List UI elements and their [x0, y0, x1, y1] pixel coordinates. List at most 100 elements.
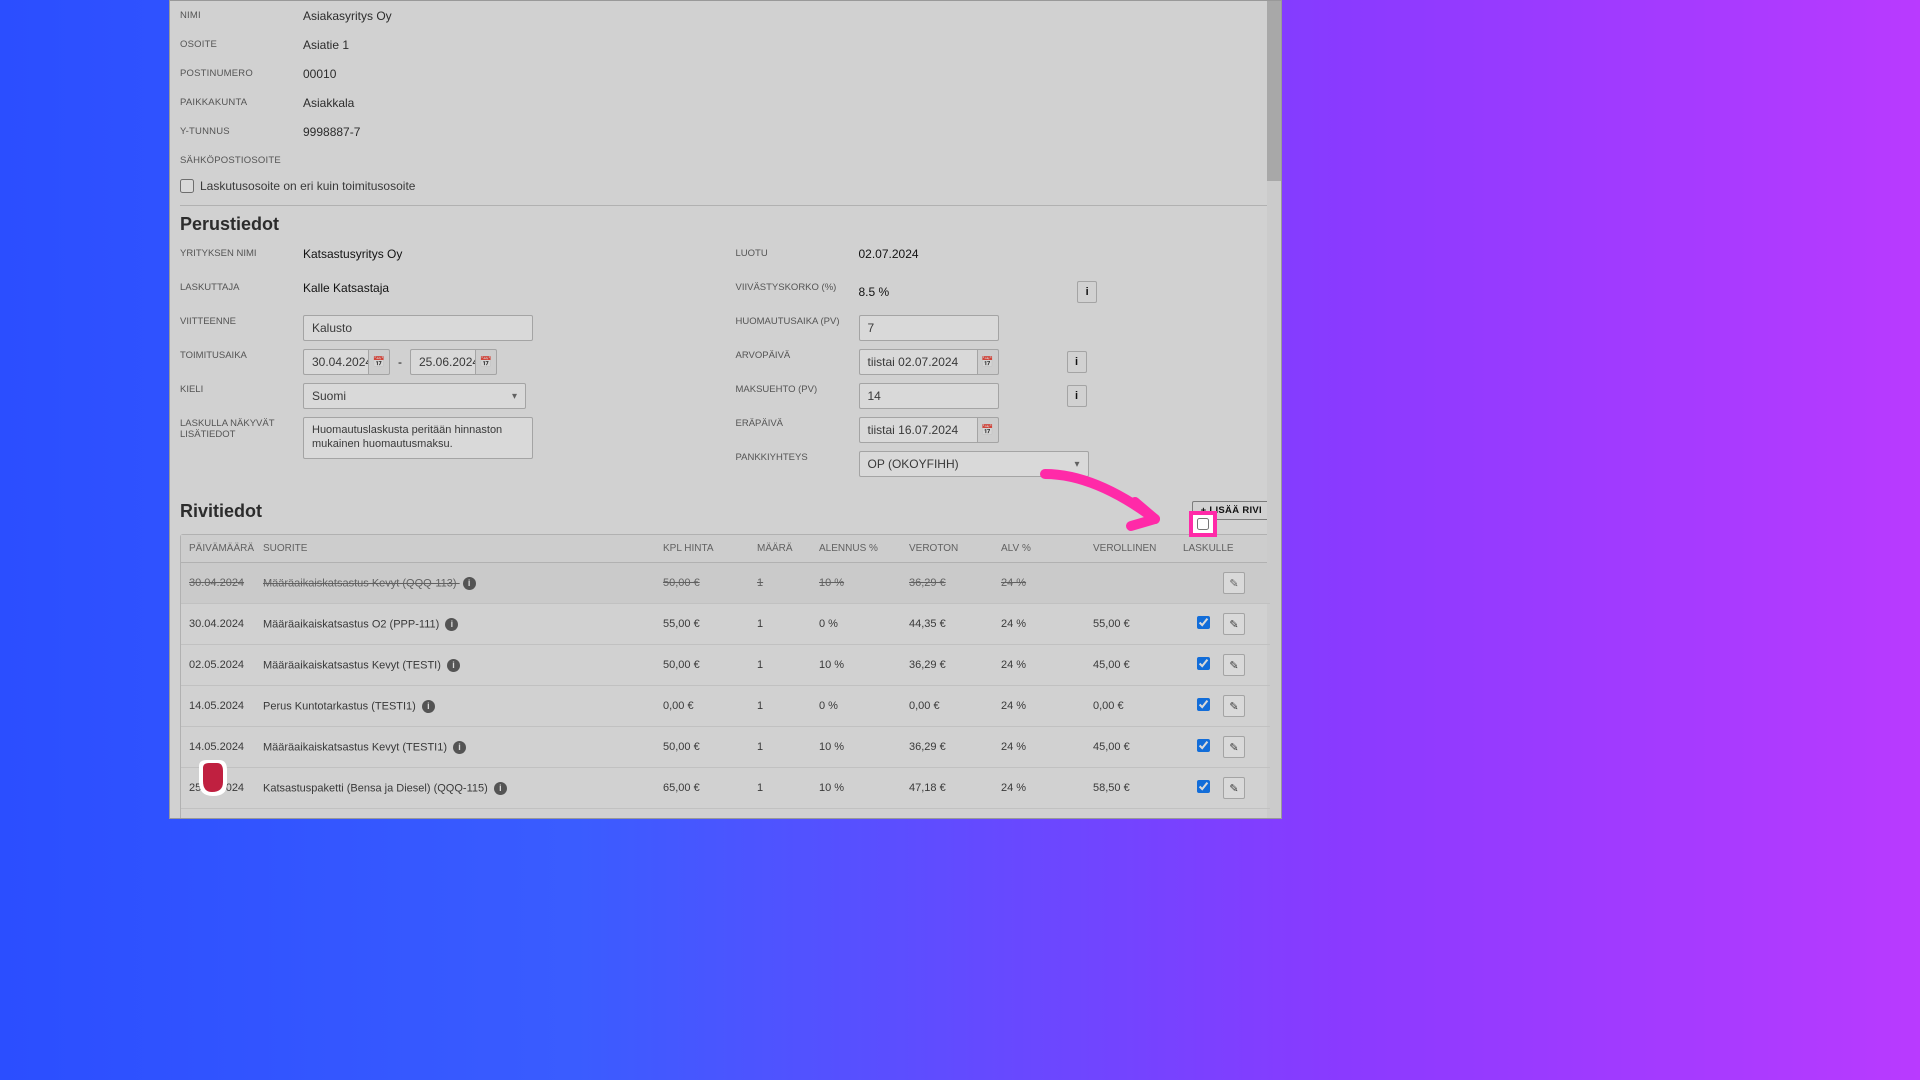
label-yritys: YRITYKSEN NIMI: [180, 241, 303, 259]
header-veroton: VEROTON: [909, 543, 1001, 554]
table-row: 14.05.2024Määräaikaiskatsastus Kevyt (TE…: [181, 727, 1270, 768]
huomautus-input[interactable]: 7: [859, 315, 999, 341]
edit-row-button[interactable]: ✎: [1223, 695, 1245, 717]
total-verollinen: 203,50 €: [1093, 818, 1183, 819]
scrollbar-thumb[interactable]: [1267, 1, 1281, 181]
cell-maara: 1: [757, 782, 819, 794]
value-osoite: Asiatie 1: [303, 38, 349, 52]
cell-maara: 1: [757, 700, 819, 712]
cell-veroton: 47,18 €: [909, 782, 1001, 794]
cell-kpl: 55,00 €: [663, 618, 757, 630]
cell-kpl: 50,00 €: [663, 741, 757, 753]
laskutusosoite-checkbox[interactable]: Laskutusosoite on eri kuin toimitusosoit…: [180, 175, 1271, 201]
label-viitteenne: VIITTEENNE: [180, 309, 303, 327]
lisatiedot-textarea[interactable]: Huomautuslaskusta peritään hinnaston muk…: [303, 417, 533, 459]
info-icon[interactable]: i: [422, 700, 435, 713]
toimitusaika-to-input[interactable]: 25.06.2024: [410, 349, 475, 375]
cell-laskulle: [1183, 739, 1223, 755]
laskulle-checkbox-row-0[interactable]: [1197, 518, 1209, 530]
info-icon[interactable]: i: [447, 659, 460, 672]
toimitusaika-from-input[interactable]: 30.04.2024: [303, 349, 368, 375]
label-viivastyskorko: VIIVÄSTYSKORKO (%): [736, 275, 859, 293]
laskulle-checkbox[interactable]: [1197, 698, 1210, 711]
label-nimi: NIMI: [180, 10, 303, 21]
calendar-icon[interactable]: 📅: [368, 349, 390, 375]
cell-suorite: Määräaikaiskatsastus Kevyt (TESTI) i: [263, 659, 663, 672]
table-row: 30.04.2024Määräaikaiskatsastus O2 (PPP-1…: [181, 604, 1270, 645]
logo-badge: [195, 760, 227, 796]
cell-maara: 1: [757, 659, 819, 671]
value-yritys: Katsastusyritys Oy: [303, 241, 716, 261]
cell-date: 14.05.2024: [189, 741, 263, 753]
cell-suorite: Perus Kuntotarkastus (TESTI1) i: [263, 700, 663, 713]
pankki-value: OP (OKOYFIHH): [868, 457, 959, 471]
label-erapaiva: ERÄPÄIVÄ: [736, 411, 859, 429]
cell-date: 02.05.2024: [189, 659, 263, 671]
cell-date: 30.04.2024: [189, 618, 263, 630]
value-paikkakunta: Asiakkala: [303, 96, 354, 110]
cell-verollinen: 0,00 €: [1093, 700, 1183, 712]
info-icon[interactable]: i: [445, 618, 458, 631]
line-items-table: PÄIVÄMÄÄRÄ SUORITE KPL HINTA MÄÄRÄ ALENN…: [180, 534, 1271, 819]
laskulle-checkbox[interactable]: [1197, 657, 1210, 670]
cell-alennus: 10 %: [819, 741, 909, 753]
info-button[interactable]: i: [1067, 385, 1087, 407]
header-alennus: ALENNUS %: [819, 543, 909, 554]
edit-row-button[interactable]: ✎: [1223, 572, 1245, 594]
info-icon[interactable]: i: [453, 741, 466, 754]
label-postinumero: POSTINUMERO: [180, 68, 303, 79]
table-row: 30.04.2024Määräaikaiskatsastus Kevyt (QQ…: [181, 563, 1270, 604]
header-kpl: KPL HINTA: [663, 543, 757, 554]
info-icon[interactable]: i: [463, 577, 476, 590]
cell-maara: 1: [757, 741, 819, 753]
cell-kpl: 0,00 €: [663, 700, 757, 712]
maksuehto-input[interactable]: 14: [859, 383, 999, 409]
info-button[interactable]: i: [1077, 281, 1097, 303]
cell-suorite: Määräaikaiskatsastus Kevyt (TESTI1) i: [263, 741, 663, 754]
edit-row-button[interactable]: ✎: [1223, 654, 1245, 676]
info-icon[interactable]: i: [494, 782, 507, 795]
total-label: Yhteensä: [189, 818, 263, 819]
divider: [180, 205, 1271, 206]
value-luotu: 02.07.2024: [859, 241, 1272, 261]
cell-verollinen: 58,50 €: [1093, 782, 1183, 794]
cell-laskulle: [1183, 657, 1223, 673]
viitteenne-input[interactable]: Kalusto: [303, 315, 533, 341]
laskutusosoite-label: Laskutusosoite on eri kuin toimitusosoit…: [200, 179, 415, 193]
label-arvopaiva: ARVOPÄIVÄ: [736, 343, 859, 361]
header-maara: MÄÄRÄ: [757, 543, 819, 554]
value-nimi: Asiakasyritys Oy: [303, 9, 392, 23]
calendar-icon[interactable]: 📅: [475, 349, 497, 375]
label-kieli: KIELI: [180, 377, 303, 395]
laskulle-checkbox[interactable]: [1197, 739, 1210, 752]
cell-kpl: 50,00 €: [663, 659, 757, 671]
laskulle-checkbox[interactable]: [1197, 616, 1210, 629]
kieli-value: Suomi: [312, 389, 346, 403]
calendar-icon[interactable]: 📅: [977, 417, 999, 443]
label-lisatiedot: LASKULLA NÄKYVÄT LISÄTIEDOT: [180, 411, 303, 440]
table-row: 02.05.2024Määräaikaiskatsastus Kevyt (TE…: [181, 645, 1270, 686]
edit-row-button[interactable]: ✎: [1223, 777, 1245, 799]
cell-verollinen: 45,00 €: [1093, 741, 1183, 753]
cell-maara: 1: [757, 577, 819, 589]
cell-laskulle: [1183, 698, 1223, 714]
cell-alennus: 10 %: [819, 577, 909, 589]
cell-veroton: 36,29 €: [909, 577, 1001, 589]
laskutusosoite-input[interactable]: [180, 179, 194, 193]
annotation-arrow: [1035, 464, 1165, 544]
rivitiedot-heading: Rivitiedot: [180, 501, 262, 522]
laskulle-checkbox[interactable]: [1197, 780, 1210, 793]
calendar-icon[interactable]: 📅: [977, 349, 999, 375]
arvopaiva-input[interactable]: tiistai 02.07.2024: [859, 349, 977, 375]
kieli-select[interactable]: Suomi ▾: [303, 383, 526, 409]
edit-row-button[interactable]: ✎: [1223, 613, 1245, 635]
edit-row-button[interactable]: ✎: [1223, 736, 1245, 758]
highlight-checkbox[interactable]: [1189, 511, 1217, 537]
label-sahkoposti: SÄHKÖPOSTIOSOITE: [180, 155, 303, 166]
chevron-down-icon: ▾: [512, 391, 517, 402]
info-button[interactable]: i: [1067, 351, 1087, 373]
label-maksuehto: MAKSUEHTO (PV): [736, 377, 859, 395]
total-veroton: 164,11 €: [909, 818, 1001, 819]
erapaiva-input[interactable]: tiistai 16.07.2024: [859, 417, 977, 443]
cell-suorite: Määräaikaiskatsastus Kevyt (QQQ-113) i: [263, 577, 663, 590]
